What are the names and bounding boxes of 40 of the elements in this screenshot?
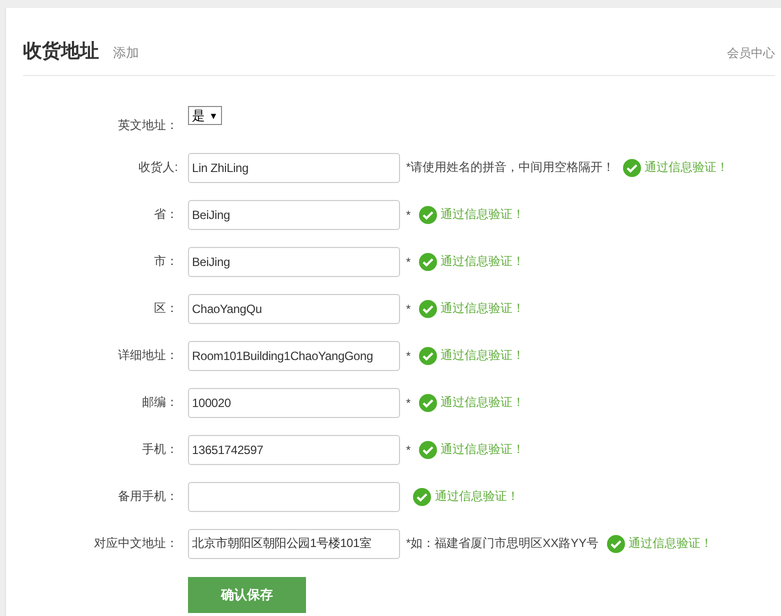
validation-message: 通过信息验证！ [628, 535, 713, 552]
input-field[interactable]: 100020 [188, 388, 400, 418]
validation-message: 通过信息验证！ [440, 300, 525, 317]
field-label: 对应中文地址： [93, 535, 178, 552]
field-hint: *请使用姓名的拼音，中间用空格隔开！ [406, 159, 615, 176]
input-field[interactable]: BeiJing [188, 246, 400, 276]
field-label: 英文地址： [117, 117, 178, 134]
validation-message: 通过信息验证！ [644, 159, 729, 176]
field-label: 区： [153, 300, 178, 317]
member-center-link[interactable]: 会员中心 [727, 45, 775, 62]
validation-message: 通过信息验证！ [440, 206, 525, 223]
field-label: 手机： [141, 441, 178, 458]
validation-message: 通过信息验证！ [440, 441, 525, 458]
input-field[interactable]: ChaoYangQu [188, 294, 400, 324]
field-label: 省： [153, 206, 178, 223]
page-subtitle: 添加 [113, 44, 139, 62]
field-hint: * [406, 396, 411, 410]
validation-message: 通过信息验证！ [440, 347, 525, 364]
field-hint: * [406, 442, 411, 456]
validation-message: 通过信息验证！ [435, 488, 519, 505]
input-field[interactable]: Lin ZhiLing [188, 152, 400, 182]
input-field[interactable]: 北京市朝阳区朝阳公园1号楼101室 [188, 528, 400, 558]
input-field[interactable] [188, 482, 400, 512]
field-hint: *如：福建省厦门市思明区XX路YY号 [406, 535, 599, 552]
english-address-select[interactable]: 是 ▼ [188, 106, 222, 125]
validation-message: 通过信息验证！ [440, 394, 525, 411]
field-hint: * [406, 208, 411, 222]
field-label: 详细地址： [117, 347, 178, 364]
input-field[interactable]: 13651742597 [188, 434, 400, 464]
page-title: 收货地址 [23, 40, 99, 64]
field-label: 市： [153, 253, 178, 270]
field-label: 备用手机： [117, 488, 178, 505]
input-field[interactable]: BeiJing [188, 200, 400, 230]
field-hint: * [406, 254, 411, 268]
validation-message: 通过信息验证！ [440, 253, 525, 270]
field-hint: * [406, 348, 411, 362]
field-hint: * [406, 302, 411, 316]
field-label: 收货人: [138, 159, 178, 176]
field-label: 邮编： [141, 394, 178, 411]
input-field[interactable]: Room101Building1ChaoYangGong [188, 340, 400, 370]
